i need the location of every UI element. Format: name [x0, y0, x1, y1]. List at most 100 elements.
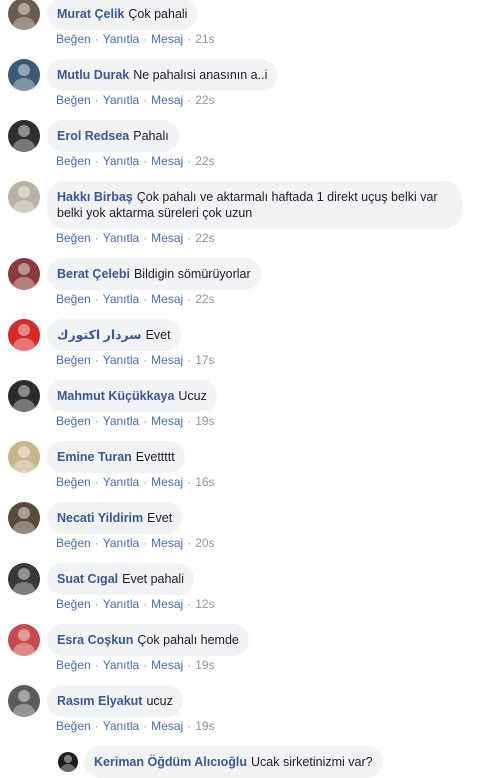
comment-author-link[interactable]: Hakkı Birbaş	[57, 190, 133, 204]
separator: ·	[143, 658, 148, 672]
reply-link[interactable]: Yanıtla	[103, 719, 139, 733]
avatar[interactable]	[8, 120, 40, 152]
comment-actions: Beğen · Yanıtla · Mesaj · 20s	[56, 536, 215, 550]
like-link[interactable]: Beğen	[56, 292, 91, 306]
comment-author-link[interactable]: Emine Turan	[57, 450, 132, 464]
comment-actions: Beğen · Yanıtla · Mesaj · 12s	[56, 597, 215, 611]
comment-bubble: Erol Redsea Pahalı	[47, 120, 179, 152]
like-link[interactable]: Beğen	[56, 32, 91, 46]
message-link[interactable]: Mesaj	[151, 353, 183, 367]
reply-author-link[interactable]: Keriman Öğdüm Alıcıoğlu	[94, 755, 247, 769]
like-link[interactable]: Beğen	[56, 597, 91, 611]
avatar[interactable]	[58, 752, 78, 772]
reply-link[interactable]: Yanıtla	[103, 154, 139, 168]
comment-actions: Beğen · Yanıtla · Mesaj · 19s	[56, 658, 215, 672]
avatar[interactable]	[8, 563, 40, 595]
comment-bubble: Rasım Elyakut ucuz	[47, 685, 183, 717]
avatar[interactable]	[8, 319, 40, 351]
like-link[interactable]: Beğen	[56, 353, 91, 367]
comment-timestamp[interactable]: 17s	[195, 353, 214, 367]
comment-timestamp[interactable]: 21s	[195, 32, 214, 46]
reply-link[interactable]: Yanıtla	[103, 536, 139, 550]
comment-bubble: Suat Cıgal Evet pahali	[47, 563, 194, 595]
message-link[interactable]: Mesaj	[151, 475, 183, 489]
message-link[interactable]: Mesaj	[151, 154, 183, 168]
comment-timestamp[interactable]: 19s	[195, 719, 214, 733]
reply-link[interactable]: Yanıtla	[103, 353, 139, 367]
avatar[interactable]	[8, 380, 40, 412]
comment-author-link[interactable]: Mahmut Küçükkaya	[57, 389, 174, 403]
message-link[interactable]: Mesaj	[151, 658, 183, 672]
message-link[interactable]: Mesaj	[151, 292, 183, 306]
comment-timestamp[interactable]: 22s	[195, 93, 214, 107]
comment-text: Evet	[147, 511, 173, 525]
separator: ·	[187, 414, 192, 428]
like-link[interactable]: Beğen	[56, 475, 91, 489]
message-link[interactable]: Mesaj	[151, 536, 183, 550]
message-link[interactable]: Mesaj	[151, 231, 183, 245]
avatar[interactable]	[8, 502, 40, 534]
like-link[interactable]: Beğen	[56, 154, 91, 168]
like-link[interactable]: Beğen	[56, 414, 91, 428]
like-link[interactable]: Beğen	[56, 231, 91, 245]
comment-timestamp[interactable]: 20s	[195, 536, 214, 550]
reply-link[interactable]: Yanıtla	[103, 597, 139, 611]
separator: ·	[187, 597, 192, 611]
reply-link[interactable]: Yanıtla	[103, 475, 139, 489]
avatar[interactable]	[8, 441, 40, 473]
comment-author-link[interactable]: Suat Cıgal	[57, 572, 118, 586]
comment-author-link[interactable]: Rasım Elyakut	[57, 694, 142, 708]
avatar[interactable]	[8, 59, 40, 91]
comment-text: ucuz	[146, 694, 173, 708]
comment-author-link[interactable]: Erol Redsea	[57, 129, 129, 143]
avatar[interactable]	[8, 685, 40, 717]
comment-actions: Beğen · Yanıtla · Mesaj · 21s	[56, 32, 215, 46]
comment-timestamp[interactable]: 22s	[195, 292, 214, 306]
message-link[interactable]: Mesaj	[151, 597, 183, 611]
comment-actions: Beğen · Yanıtla · Mesaj · 19s	[56, 719, 215, 733]
comment-text: Evet	[145, 328, 171, 342]
message-link[interactable]: Mesaj	[151, 414, 183, 428]
comment-timestamp[interactable]: 22s	[195, 154, 214, 168]
comment-bubble: Necati Yildirim Evet	[47, 502, 183, 534]
comment-bubble: Emine Turan Evettttt	[47, 441, 185, 473]
separator: ·	[143, 719, 148, 733]
comment-author-link[interactable]: سردار اكتورك	[57, 328, 142, 342]
comment-timestamp[interactable]: 19s	[195, 658, 214, 672]
reply-link[interactable]: Yanıtla	[103, 93, 139, 107]
avatar[interactable]	[8, 181, 40, 213]
like-link[interactable]: Beğen	[56, 658, 91, 672]
reply-link[interactable]: Yanıtla	[103, 231, 139, 245]
comment-timestamp[interactable]: 19s	[195, 414, 214, 428]
comment-author-link[interactable]: Murat Çelik	[57, 7, 124, 21]
reply-link[interactable]: Yanıtla	[103, 658, 139, 672]
separator: ·	[94, 597, 99, 611]
like-link[interactable]: Beğen	[56, 93, 91, 107]
comment-timestamp[interactable]: 16s	[195, 475, 214, 489]
reply-link[interactable]: Yanıtla	[103, 32, 139, 46]
reply-link[interactable]: Yanıtla	[103, 414, 139, 428]
separator: ·	[187, 32, 192, 46]
avatar[interactable]	[8, 0, 40, 30]
comment-actions: Beğen · Yanıtla · Mesaj · 22s	[56, 93, 215, 107]
comment-author-link[interactable]: Necati Yildirim	[57, 511, 143, 525]
avatar[interactable]	[8, 624, 40, 656]
reply-link[interactable]: Yanıtla	[103, 292, 139, 306]
like-link[interactable]: Beğen	[56, 536, 91, 550]
comment-actions: Beğen · Yanıtla · Mesaj · 22s	[56, 292, 215, 306]
separator: ·	[143, 231, 148, 245]
separator: ·	[143, 353, 148, 367]
comment-author-link[interactable]: Mutlu Durak	[57, 68, 129, 82]
message-link[interactable]: Mesaj	[151, 719, 183, 733]
separator: ·	[143, 154, 148, 168]
reply-bubble: Keriman Öğdüm Alıcıoğlu Ucak sirketinizmi…	[84, 746, 383, 778]
message-link[interactable]: Mesaj	[151, 93, 183, 107]
comment-author-link[interactable]: Berat Çelebi	[57, 267, 130, 281]
comment-author-link[interactable]: Esra Coşkun	[57, 633, 133, 647]
comment-timestamp[interactable]: 12s	[195, 597, 214, 611]
message-link[interactable]: Mesaj	[151, 32, 183, 46]
avatar[interactable]	[8, 258, 40, 290]
comment-actions: Beğen · Yanıtla · Mesaj · 19s	[56, 414, 215, 428]
like-link[interactable]: Beğen	[56, 719, 91, 733]
comment-timestamp[interactable]: 22s	[195, 231, 214, 245]
